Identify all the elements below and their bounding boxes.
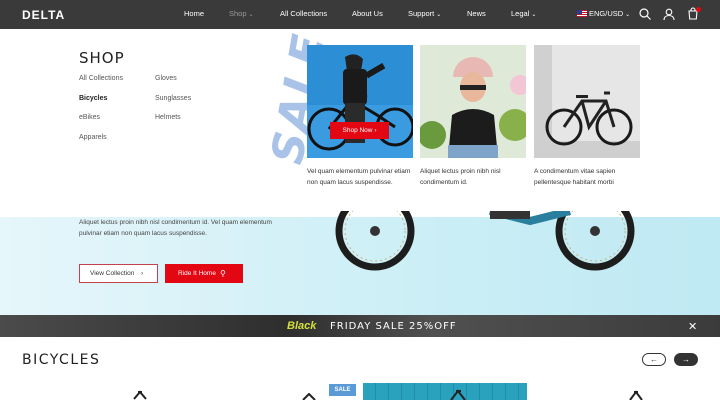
menu-link-ebikes[interactable]: eBikes [79,114,100,121]
hero-bike-image [335,211,635,271]
nav-all-collections[interactable]: All Collections [280,9,327,18]
promo-black-text: Black [287,320,317,332]
search-icon[interactable] [638,7,652,21]
promo-sale-text: FRIDAY SALE 25%OFF [330,321,457,332]
nav-legal-label: Legal [511,9,530,18]
nav-about-us[interactable]: About Us [352,9,383,18]
chevron-right-icon: › [374,127,377,134]
nav-support[interactable]: Support ⌄ [408,9,441,18]
nav-home[interactable]: Home [184,9,204,18]
view-collection-label: View Collection [90,270,135,277]
menu-link-bicycles[interactable]: Bicycles [79,95,107,102]
promo-card-caption-1: Vel quam elementum pulvinar etiam non qu… [307,168,411,186]
product-bike-thumbnail-2[interactable] [300,393,318,400]
nav-shop-label: Shop [229,9,247,18]
chevron-down-icon: ⌄ [531,12,537,18]
mega-menu-title: SHOP [79,49,125,67]
promo-card-caption-3: A condimentum vitae sapien pellentesque … [534,168,616,186]
promo-card-caption-2: Aliquet lectus proin nibh nisl condiment… [420,168,501,186]
top-navbar: DELTA Home Shop ⌄ All Collections About U… [0,0,720,29]
cart-badge [696,7,701,12]
shop-mega-menu: SHOP All Collections Bicycles eBikes App… [0,29,720,217]
shop-now-button[interactable]: Shop Now › [330,122,389,139]
locale-label: ENG/USD [589,9,624,18]
product-card-teal[interactable] [363,383,527,400]
section-title-bicycles: BICYCLES [22,352,101,368]
carousel-next-button[interactable]: → [674,353,698,366]
promo-card-image-2[interactable] [420,45,526,158]
nav-shop[interactable]: Shop ⌄ [229,9,254,18]
arrow-right-icon: → [682,355,690,364]
nav-legal[interactable]: Legal ⌄ [511,9,536,18]
chevron-right-icon: › [141,270,144,277]
nav-news[interactable]: News [467,9,486,18]
bike-icon: ⚲ [220,269,226,278]
menu-link-apparels[interactable]: Apparels [79,134,107,141]
product-bike-thumbnail-3 [450,389,466,400]
product-bike-thumbnail-1[interactable] [128,389,152,400]
product-bike-thumbnail-4[interactable] [626,389,646,400]
parked-bike-image [534,45,640,158]
nav-support-label: Support [408,9,435,18]
chevron-down-icon: ⌄ [625,12,631,18]
chevron-down-icon: ⌄ [436,12,442,18]
ride-it-home-button[interactable]: Ride It Home ⚲ [165,264,243,283]
black-friday-banner: Black FRIDAY SALE 25%OFF ✕ [0,315,720,337]
close-icon[interactable]: ✕ [688,320,697,333]
chevron-down-icon: ⌄ [248,12,254,18]
view-collection-button[interactable]: View Collection › [79,264,158,283]
cyclist-carrying-bike-image [307,45,413,158]
menu-link-helmets[interactable]: Helmets [155,114,181,121]
menu-link-sunglasses[interactable]: Sunglasses [155,95,191,102]
user-icon[interactable] [662,7,676,21]
shop-now-label: Shop Now [342,127,373,134]
menu-link-gloves[interactable]: Gloves [155,75,177,82]
hero-description: Aliquet lectus proin nibh nisl condiment… [79,219,272,237]
woman-with-helmet-image [420,45,526,158]
brand-logo[interactable]: DELTA [22,8,65,22]
promo-card-image-1[interactable] [307,45,413,158]
ride-it-home-label: Ride It Home [178,270,216,277]
cart-button[interactable] [686,7,701,21]
us-flag-icon [577,10,587,17]
arrow-left-icon: ← [650,355,658,364]
carousel-prev-button[interactable]: ← [642,353,666,366]
hero-section: Aliquet lectus proin nibh nisl condiment… [0,211,720,315]
sale-badge: SALE [329,384,356,396]
locale-selector[interactable]: ENG/USD ⌄ [577,9,630,18]
promo-card-image-3[interactable] [534,45,640,158]
menu-link-all-collections[interactable]: All Collections [79,75,123,82]
